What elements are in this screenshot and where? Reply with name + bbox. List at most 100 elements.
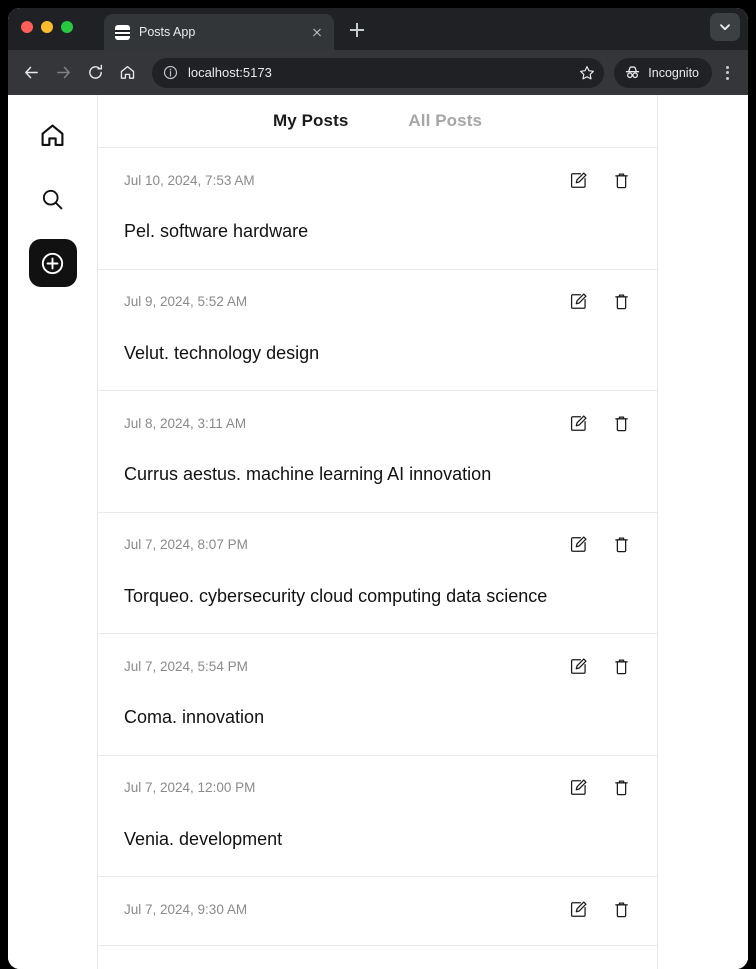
post-list-item[interactable]: Jul 7, 2024, 5:54 PM Coma. innovation [98, 634, 657, 756]
delete-post-button[interactable] [611, 170, 631, 190]
delete-post-button[interactable] [611, 413, 631, 433]
post-list-item[interactable]: Jul 7, 2024, 9:30 AM [98, 877, 657, 946]
back-button[interactable] [16, 58, 46, 88]
menu-dot [725, 76, 729, 80]
sidebar-item-create-post[interactable] [28, 239, 77, 287]
post-header: Jul 7, 2024, 5:54 PM [124, 656, 631, 676]
edit-square-pencil-icon [570, 900, 587, 917]
post-title: Coma. innovation [124, 707, 265, 727]
edit-post-button[interactable] [568, 899, 588, 919]
close-window-button[interactable] [21, 21, 33, 33]
post-header: Jul 7, 2024, 9:30 AM [124, 899, 631, 919]
home-icon [120, 65, 134, 79]
post-title: Venia. development [124, 828, 283, 849]
tab-my-posts[interactable]: My Posts [273, 111, 348, 131]
trash-icon [614, 780, 628, 796]
trash-icon [614, 901, 628, 917]
maximize-window-button[interactable] [61, 21, 73, 33]
delete-post-button[interactable] [611, 535, 631, 555]
chevron-down-icon [720, 24, 730, 31]
new-tab-button[interactable] [344, 17, 370, 43]
delete-post-button[interactable] [611, 292, 631, 312]
sidebar-item-home[interactable] [29, 111, 77, 159]
trash-icon [614, 537, 628, 553]
post-actions [568, 899, 631, 919]
site-info-icon[interactable] [160, 63, 180, 83]
edit-square-pencil-icon [570, 779, 587, 795]
posts-column: My Posts All Posts Jul 10, 2024, 7:53 AM [98, 95, 658, 969]
url-text[interactable]: localhost:5173 [188, 65, 576, 80]
edit-square-pencil-icon [570, 536, 587, 552]
post-header: Jul 10, 2024, 7:53 AM [124, 170, 631, 190]
address-bar[interactable]: localhost:5173 [152, 57, 605, 88]
post-title: Velut. technology design [124, 342, 320, 363]
delete-post-button[interactable] [611, 656, 631, 676]
post-actions [568, 413, 631, 433]
edit-post-button[interactable] [568, 535, 588, 555]
delete-post-button[interactable] [611, 899, 631, 919]
browser-toolbar: localhost:5173 Incognito [8, 50, 748, 95]
posts-list: Jul 10, 2024, 7:53 AM Pel. software hard… [98, 148, 657, 969]
tab-all-posts[interactable]: All Posts [408, 111, 482, 131]
arrow-right-icon [56, 66, 70, 79]
post-title: Currus aestus. machine learning AI innov… [124, 464, 492, 484]
post-header: Jul 8, 2024, 3:11 AM [124, 413, 631, 433]
app-sidebar [8, 95, 98, 969]
page-viewport: My Posts All Posts Jul 10, 2024, 7:53 AM [8, 95, 748, 969]
post-actions [568, 292, 631, 312]
incognito-indicator[interactable]: Incognito [614, 57, 712, 88]
post-actions [568, 778, 631, 798]
post-header: Jul 9, 2024, 5:52 AM [124, 292, 631, 312]
post-title: Pel. software hardware [124, 221, 309, 241]
post-actions [568, 170, 631, 190]
post-actions [568, 535, 631, 555]
edit-post-button[interactable] [568, 413, 588, 433]
edit-square-pencil-icon [570, 171, 587, 188]
trash-icon [614, 294, 628, 310]
home-button[interactable] [112, 58, 142, 88]
window-controls [21, 21, 73, 33]
reload-icon [88, 64, 102, 79]
menu-dot [725, 65, 729, 69]
edit-square-pencil-icon [570, 414, 587, 431]
menu-dot [725, 71, 729, 74]
browser-window: Posts App localhost:5173 Incognito My Po… [8, 8, 748, 969]
edit-post-button[interactable] [568, 292, 588, 312]
post-list-item[interactable]: Jul 8, 2024, 3:11 AM Currus aestus. mach… [98, 391, 657, 513]
reload-button[interactable] [80, 58, 110, 88]
edit-post-button[interactable] [568, 170, 588, 190]
app-content: My Posts All Posts Jul 10, 2024, 7:53 AM [98, 95, 748, 969]
post-list-item[interactable]: Jul 7, 2024, 12:00 PM Venia. development [98, 755, 657, 877]
edit-post-button[interactable] [568, 778, 588, 798]
arrow-left-icon [24, 66, 38, 79]
browser-menu-button[interactable] [714, 58, 740, 88]
bookmark-star-icon[interactable] [576, 62, 598, 84]
minimize-window-button[interactable] [41, 21, 53, 33]
incognito-icon [626, 66, 640, 79]
trash-icon [614, 658, 628, 674]
post-header: Jul 7, 2024, 12:00 PM [124, 778, 631, 798]
sidebar-item-search[interactable] [29, 175, 77, 223]
search-icon [42, 189, 63, 209]
browser-tab-title: Posts App [139, 25, 196, 39]
app-favicon-icon [115, 24, 130, 40]
edit-post-button[interactable] [568, 656, 588, 676]
post-list-item[interactable]: Jul 10, 2024, 7:53 AM Pel. software hard… [98, 148, 657, 270]
post-date: Jul 7, 2024, 5:54 PM [124, 658, 248, 674]
delete-post-button[interactable] [611, 778, 631, 798]
incognito-label: Incognito [648, 65, 699, 80]
post-actions [568, 656, 631, 676]
browser-tab[interactable]: Posts App [104, 14, 334, 50]
post-date: Jul 8, 2024, 3:11 AM [124, 415, 247, 431]
post-title: Torqueo. cybersecurity cloud computing d… [124, 585, 548, 606]
post-list-item[interactable]: Jul 7, 2024, 8:07 PM Torqueo. cybersecur… [98, 512, 657, 634]
forward-button[interactable] [48, 58, 78, 88]
post-date: Jul 9, 2024, 5:52 AM [124, 294, 248, 309]
home-icon [41, 124, 64, 146]
post-date: Jul 7, 2024, 8:07 PM [124, 537, 248, 552]
tab-search-button[interactable] [710, 13, 740, 41]
browser-tabstrip: Posts App [8, 8, 748, 50]
post-date: Jul 10, 2024, 7:53 AM [124, 172, 255, 188]
post-list-item[interactable]: Jul 9, 2024, 5:52 AM Velut. technology d… [98, 269, 657, 391]
close-tab-icon[interactable] [308, 23, 326, 41]
